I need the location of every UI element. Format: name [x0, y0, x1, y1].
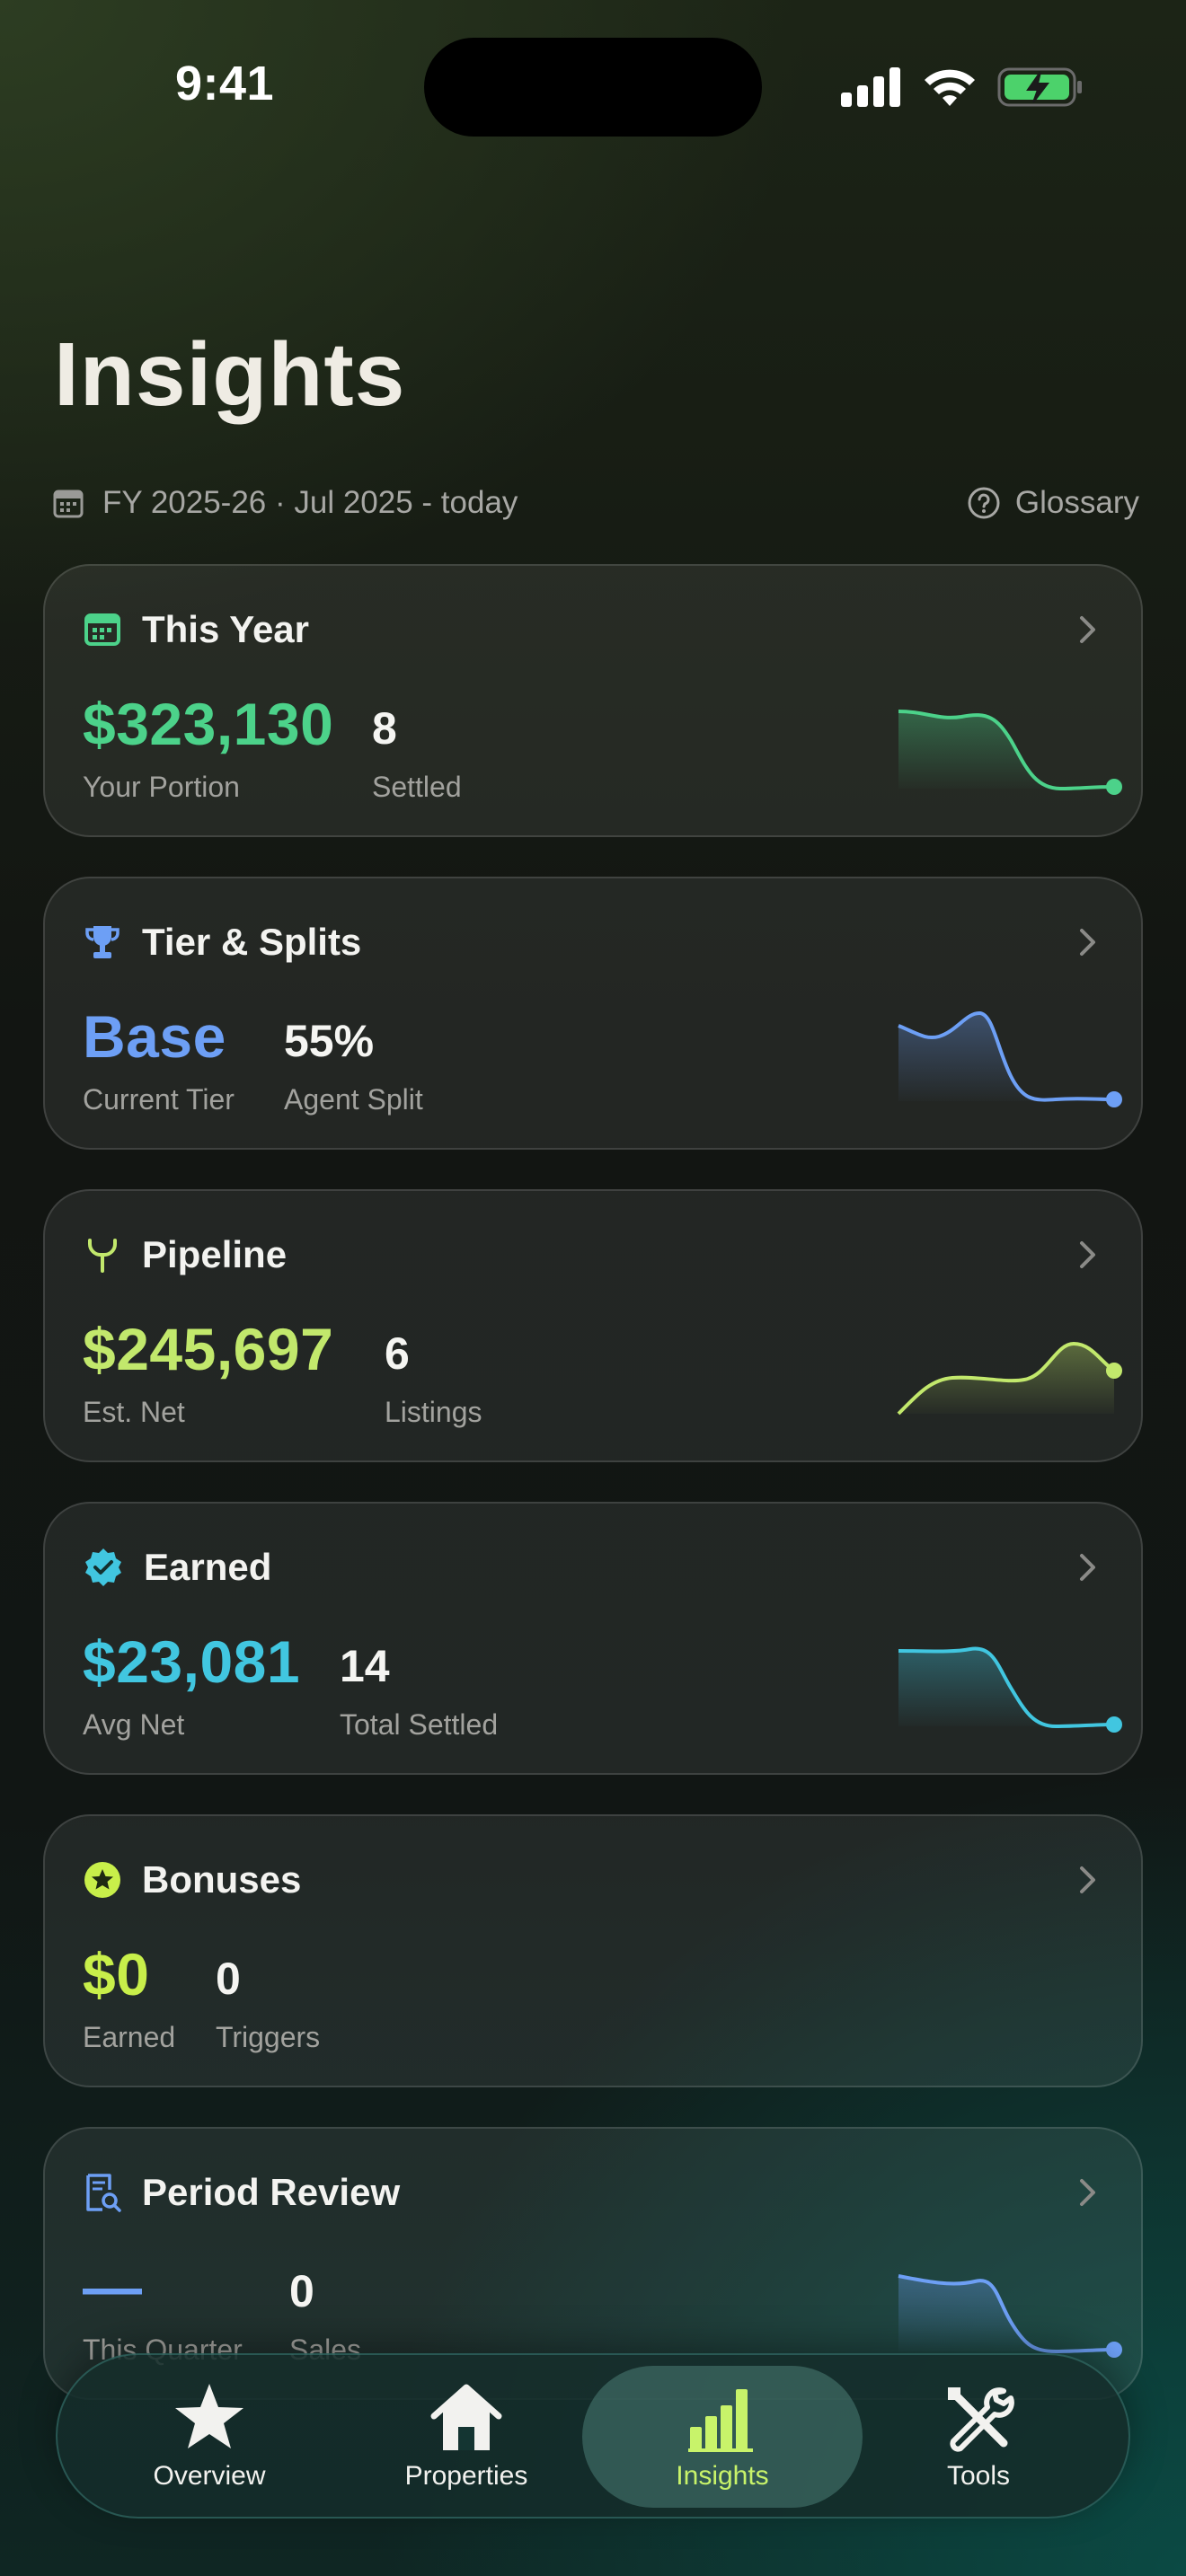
status-time: 9:41 [174, 57, 275, 110]
subheader: FY 2025-26 · Jul 2025 - today Glossary [52, 485, 1139, 530]
tab-label: Properties [404, 2461, 528, 2491]
metric-main-value: $0 [83, 1941, 150, 2007]
card-pipeline[interactable]: Pipeline $245,697 Est. Net 6 Listings [43, 1189, 1143, 1462]
sparkline [898, 1646, 1122, 1733]
metric-main-value: Base [83, 1003, 226, 1070]
tab-overview[interactable]: Overview [97, 2380, 322, 2497]
document-search-icon [86, 2174, 121, 2212]
verified-badge-icon [85, 1548, 121, 1586]
card-earned[interactable]: Earned $23,081 Avg Net 14 Total Settled [43, 1502, 1143, 1775]
chevron-right-icon [1080, 1554, 1095, 1581]
card-title: Earned [144, 1546, 272, 1588]
metric-main-label: Your Portion [83, 771, 240, 803]
chevron-right-icon [1080, 2179, 1095, 2206]
wifi-icon [925, 69, 975, 106]
house-icon [430, 2384, 502, 2450]
metric-main-value: — [83, 2254, 143, 2320]
metric-secondary-value: 55% [284, 1016, 375, 1066]
glossary-label: Glossary [1014, 485, 1139, 520]
card-title: Period Review [142, 2171, 401, 2213]
page-title: Insights [54, 324, 406, 425]
tools-icon [948, 2387, 1014, 2452]
card-title: Pipeline [142, 1233, 288, 1275]
metric-main-label: Earned [83, 2021, 176, 2053]
sparkline-endpoint [1106, 1363, 1122, 1379]
metric-main-label: Avg Net [83, 1708, 185, 1741]
tab-tools[interactable]: Tools [866, 2380, 1091, 2497]
calendar-icon [84, 613, 120, 646]
sparkline-endpoint [1106, 1091, 1122, 1107]
metric-secondary-label: Listings [385, 1396, 482, 1428]
calendar-icon [53, 490, 84, 518]
tab-insights[interactable]: Insights [610, 2380, 835, 2497]
metric-main-label: Est. Net [83, 1396, 185, 1428]
metric-secondary-value: 6 [385, 1328, 410, 1379]
card-tier-splits[interactable]: Tier & Splits Base Current Tier 55% Agen… [43, 877, 1143, 1150]
period-selector[interactable]: FY 2025-26 · Jul 2025 - today [52, 485, 518, 521]
metric-secondary-label: Settled [372, 771, 462, 803]
merge-icon [88, 1239, 117, 1273]
tab-label: Insights [676, 2461, 769, 2491]
signal-icon [841, 67, 900, 107]
question-circle-icon [968, 487, 1000, 519]
metric-main-value: $245,697 [83, 1316, 334, 1382]
tab-label: Tools [946, 2461, 1011, 2491]
sparkline-endpoint [1106, 779, 1122, 795]
sparkline [898, 2274, 1122, 2358]
star-circle-icon [84, 1862, 120, 1898]
trophy-icon [85, 926, 119, 958]
metric-secondary-value: 8 [372, 703, 397, 754]
card-title: Tier & Splits [142, 921, 362, 963]
dynamic-island [424, 38, 762, 137]
sparkline-endpoint [1106, 2342, 1122, 2358]
sparkline-endpoint [1106, 1716, 1122, 1733]
card-title: Bonuses [142, 1858, 302, 1901]
sparkline [898, 1010, 1122, 1107]
period-label: FY 2025-26 · Jul 2025 - today [102, 485, 518, 520]
metric-secondary-value: 0 [289, 2266, 314, 2316]
tab-label: Overview [153, 2461, 266, 2491]
card-this-year[interactable]: This Year $323,130 Your Portion 8 Settle… [43, 564, 1143, 837]
metric-main-value: $323,130 [83, 691, 334, 757]
glossary-button[interactable]: Glossary [967, 485, 1139, 521]
star-icon [175, 2384, 243, 2448]
metric-secondary-value: 0 [216, 1954, 241, 2004]
metric-secondary-label: Agent Split [284, 1083, 423, 1116]
chevron-right-icon [1080, 929, 1095, 956]
chevron-right-icon [1080, 1241, 1095, 1268]
metric-main-value: $23,081 [83, 1628, 301, 1695]
battery-charging-icon [997, 67, 1082, 107]
status-icons [839, 65, 1084, 110]
metric-secondary-label: Total Settled [340, 1708, 499, 1741]
status-bar: 9:41 [0, 0, 1186, 171]
card-bonuses[interactable]: Bonuses $0 Earned 0 Triggers [43, 1814, 1143, 2087]
metric-secondary-label: Triggers [216, 2021, 321, 2053]
metric-main-label: Current Tier [83, 1083, 235, 1116]
chevron-right-icon [1080, 616, 1095, 643]
metric-secondary-value: 14 [340, 1641, 390, 1691]
tab-bar: Overview Properties Insights Tools [56, 2353, 1130, 2519]
card-title: This Year [142, 608, 310, 650]
tab-properties[interactable]: Properties [354, 2380, 579, 2497]
bar-chart-icon [688, 2389, 753, 2452]
chevron-right-icon [1080, 1866, 1095, 1893]
sparkline [897, 1341, 1122, 1416]
sparkline [898, 710, 1122, 795]
